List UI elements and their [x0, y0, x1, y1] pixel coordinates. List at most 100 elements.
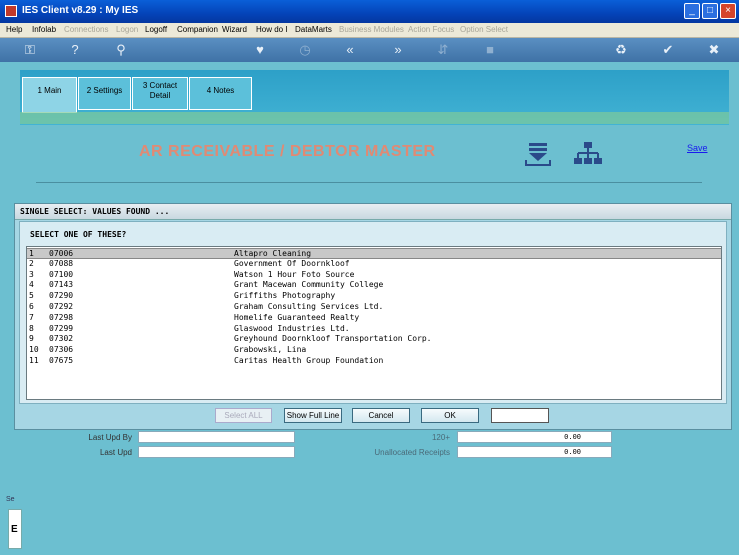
download-icon[interactable]: [525, 141, 551, 167]
tab-band: [20, 112, 729, 124]
menu-logoff[interactable]: Logoff: [145, 25, 167, 34]
list-item-code: 07143: [49, 280, 74, 290]
window-title: IES Client v8.29 : My IES: [22, 5, 139, 16]
value-list[interactable]: 1 07006 Altapro Cleaning 2 07088 Government O…: [26, 246, 722, 400]
filter-input[interactable]: [491, 408, 549, 423]
title-bar: IES Client v8.29 : My IES _ □ ×: [0, 0, 739, 23]
list-item-num: 9: [29, 334, 34, 344]
list-item-code: 07306: [49, 345, 74, 355]
list-item-name: Grant Macewan Community College: [234, 280, 384, 290]
list-item-num: 5: [29, 291, 34, 301]
last-upd-field[interactable]: [138, 446, 295, 458]
rewind-icon[interactable]: «: [342, 42, 358, 58]
dialog-body: SELECT ONE OF THESE? 1 07006 Altapro Clean…: [19, 221, 727, 404]
page-title: AR RECEIVABLE / DEBTOR MASTER: [139, 143, 436, 160]
cancel-button[interactable]: Cancel: [352, 408, 410, 423]
clock-icon[interactable]: ◷: [297, 42, 313, 58]
aging-120-field: 0.00: [457, 431, 612, 443]
up-down-icon[interactable]: ⇵: [435, 42, 451, 58]
maximize-button[interactable]: □: [702, 3, 718, 19]
menu-wizard[interactable]: Wizard: [222, 25, 247, 34]
list-item-code: 07088: [49, 258, 74, 268]
list-item-num: 8: [29, 323, 34, 333]
list-item[interactable]: 5 07290 Griffiths Photography: [27, 291, 721, 302]
menu-action-focus: Action Focus: [408, 25, 455, 34]
list-item-name: Grabowski, Lina: [234, 345, 307, 355]
list-item-num: 7: [29, 312, 34, 322]
hierarchy-icon[interactable]: [573, 141, 603, 167]
list-item-num: 4: [29, 280, 34, 290]
list-item[interactable]: 2 07088 Government Of Doornkloof: [27, 259, 721, 270]
last-upd-label: Last Upd: [99, 448, 132, 457]
list-item-num: 6: [29, 302, 34, 311]
app-icon: [5, 5, 17, 17]
list-item[interactable]: 7 07298 Homelife Guaranteed Realty: [27, 313, 721, 324]
last-upd-by-field[interactable]: [138, 431, 295, 443]
search-icon[interactable]: ⚲: [113, 42, 129, 58]
menu-option-select: Option Select: [460, 25, 509, 34]
tab-notes[interactable]: 4 Notes: [189, 77, 252, 110]
cancel-icon[interactable]: ✖: [706, 42, 722, 58]
ok-button[interactable]: OK: [421, 408, 479, 423]
tab-contact-detail[interactable]: 3 Contact Detail: [132, 77, 188, 110]
list-item-code: 07675: [49, 356, 74, 365]
side-panel-tab[interactable]: E: [8, 509, 22, 549]
list-item-code: 07298: [49, 312, 74, 322]
list-item-num: 3: [29, 269, 34, 279]
toolbar: ⚿ ? ⚲ ♥ ◷ « » ⇵ ■ ♻ ✔ ✖: [0, 38, 739, 62]
tab-contact-detail-label: 3 Contact Detail: [142, 81, 178, 100]
close-button[interactable]: ×: [720, 3, 736, 19]
list-item[interactable]: 6 07292 Graham Consulting Services Ltd.: [27, 302, 721, 313]
app-window: IES Client v8.29 : My IES _ □ × Help Inf…: [0, 0, 739, 555]
list-item-name: Griffiths Photography: [234, 291, 336, 301]
menu-datamarts[interactable]: DataMarts: [295, 25, 332, 34]
list-item-name: Homelife Guaranteed Realty: [234, 312, 360, 322]
help-icon[interactable]: ?: [67, 42, 83, 58]
recycle-icon[interactable]: ♻: [613, 42, 629, 58]
tab-main-label: 1 Main: [37, 86, 62, 95]
list-item[interactable]: 4 07143 Grant Macewan Community College: [27, 280, 721, 291]
menu-infolab[interactable]: Infolab: [32, 25, 56, 34]
tab-notes-label: 4 Notes: [206, 86, 235, 95]
list-item-code: 07302: [49, 334, 74, 344]
minimize-button[interactable]: _: [684, 3, 700, 19]
list-item[interactable]: 8 07299 Glaswood Industries Ltd.: [27, 324, 721, 335]
tab-main[interactable]: 1 Main: [22, 77, 77, 113]
show-full-line-button[interactable]: Show Full Line: [284, 408, 342, 423]
fast-forward-icon[interactable]: »: [390, 42, 406, 58]
heart-icon[interactable]: ♥: [252, 42, 268, 58]
tab-settings[interactable]: 2 Settings: [78, 77, 131, 110]
list-item[interactable]: 3 07100 Watson 1 Hour Foto Source: [27, 270, 721, 281]
aging-120-label: 120+: [431, 433, 450, 442]
list-item[interactable]: 10 07306 Grabowski, Lina: [27, 345, 721, 356]
select-dialog: SINGLE SELECT: VALUES FOUND ... SELECT O…: [14, 203, 732, 430]
list-item-name: Glaswood Industries Ltd.: [234, 323, 350, 333]
main-content: 1 Main 2 Settings 3 Contact Detail 4 Not…: [0, 62, 739, 555]
unallocated-label: Unallocated Receipts: [374, 448, 450, 457]
key-icon[interactable]: ⚿: [22, 42, 38, 58]
list-item-code: 07100: [49, 269, 74, 279]
check-icon[interactable]: ✔: [660, 42, 676, 58]
menu-help[interactable]: Help: [6, 25, 22, 34]
menu-logon: Logon: [116, 25, 139, 34]
menu-how-do-i[interactable]: How do I: [256, 25, 288, 34]
menu-companion[interactable]: Companion: [177, 25, 218, 34]
square-icon[interactable]: ■: [482, 42, 498, 58]
list-item-name: Watson 1 Hour Foto Source: [234, 269, 355, 279]
dialog-title: SINGLE SELECT: VALUES FOUND ...: [15, 204, 731, 220]
menu-business-modules: Business Modules: [339, 25, 404, 34]
list-item[interactable]: 1 07006 Altapro Cleaning: [27, 248, 721, 259]
menu-bar: Help Infolab Connections Logon Logoff Co…: [0, 23, 739, 38]
save-link[interactable]: Save: [687, 143, 708, 153]
tab-settings-label: 2 Settings: [86, 86, 123, 95]
list-item-name: Caritas Health Group Foundation: [234, 356, 384, 365]
list-item[interactable]: 11 07675 Caritas Health Group Foundation: [27, 356, 721, 367]
list-item-num: 2: [29, 258, 34, 268]
list-item-code: 07299: [49, 323, 74, 333]
side-tiny-label: Se: [6, 496, 15, 503]
list-item-name: Greyhound Doornkloof Transportation Corp…: [234, 334, 432, 344]
list-item-code: 07290: [49, 291, 74, 301]
list-item-num: 10: [29, 345, 39, 355]
list-item[interactable]: 9 07302 Greyhound Doornkloof Transportatio…: [27, 334, 721, 345]
select-all-button-bar: Select ALL: [215, 408, 272, 423]
